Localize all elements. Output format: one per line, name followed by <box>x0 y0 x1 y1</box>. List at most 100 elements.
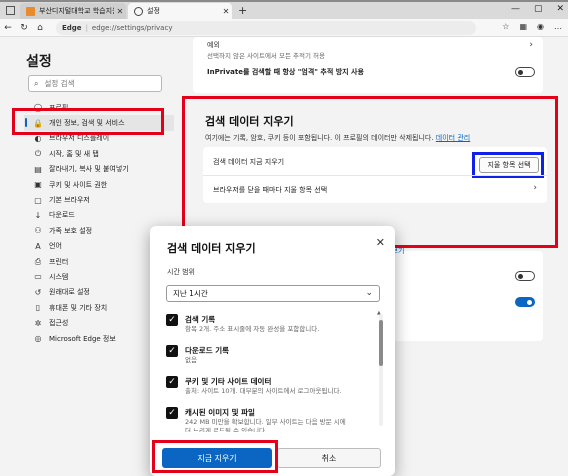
phone-icon: ▯ <box>35 303 41 313</box>
exceptions-label[interactable]: 예외 <box>207 40 220 50</box>
collections-icon[interactable]: ▦ <box>519 22 527 31</box>
family-icon: ⚇ <box>34 226 42 236</box>
tab-title: 부산디지털대학교 학습지원시스 <box>39 7 114 15</box>
back-icon[interactable]: ← <box>0 23 16 33</box>
sidebar-item-label: 언어 <box>49 242 62 251</box>
sidebar-item-label: 휴대폰 및 기타 장치 <box>49 303 108 312</box>
close-window-icon[interactable]: ✕ <box>556 4 564 14</box>
option-title: 캐시된 이미지 및 파일 <box>185 408 255 417</box>
reset-icon: ↺ <box>34 287 42 297</box>
scrollbar-thumb[interactable] <box>379 320 383 366</box>
option-desc: 항목 2개. 주소 표시줄에 자동 완성을 포함합니다. <box>185 325 320 333</box>
option-cookies[interactable]: ✓ 쿠키 및 기타 사이트 데이터 출처: 사이트 10개. 대부분의 사이트에… <box>165 374 375 405</box>
dialog-scrollbar[interactable] <box>379 314 383 426</box>
clipboard-icon: ▤ <box>34 164 42 174</box>
appearance-icon: ◐ <box>34 133 42 143</box>
window-controls: — ▢ ✕ <box>511 4 564 14</box>
close-icon[interactable]: ✕ <box>376 236 385 249</box>
profile-avatar-icon[interactable]: ◉ <box>537 22 544 31</box>
option-title: 검색 기록 <box>185 315 216 324</box>
option-cached-files[interactable]: ✓ 캐시된 이미지 및 파일 242 MB 미만을 확보합니다. 일부 사이트는… <box>165 405 375 432</box>
sidebar-item-label: 쿠키 및 사이트 권한 <box>49 180 108 189</box>
title-bar: 부산디지털대학교 학습지원시스 ✕ 설정 ✕ + — ▢ ✕ <box>0 0 568 19</box>
sidebar-item[interactable]: ▢ 기본 브라우저 <box>24 192 174 207</box>
sidebar-item-label: 원래대로 설정 <box>49 288 90 297</box>
minimize-icon[interactable]: — <box>511 4 520 14</box>
option-download-history[interactable]: ✓ 다운로드 기록 없음 <box>165 343 375 374</box>
url-text: edge://settings/privacy <box>91 24 173 32</box>
search-icon: ⌕ <box>34 78 39 88</box>
sidebar-item-label: 접근성 <box>49 319 69 328</box>
checkbox-checked-icon[interactable]: ✓ <box>166 314 178 326</box>
dialog-title: 검색 데이터 지우기 <box>167 242 256 255</box>
sidebar-item-label: 기본 브라우저 <box>49 196 90 205</box>
sidebar-item-label: 가족 보호 설정 <box>49 226 93 235</box>
tab-actions-icon[interactable] <box>6 6 15 15</box>
time-range-value: 지난 1시간 <box>173 289 208 298</box>
maximize-icon[interactable]: ▢ <box>534 4 543 14</box>
tab-close-icon[interactable]: ✕ <box>220 7 232 16</box>
option-title: 다운로드 기록 <box>185 346 230 355</box>
sidebar-item[interactable]: ⏻ 시작, 홈 및 새 탭 <box>24 146 174 161</box>
home-icon[interactable]: ⌂ <box>32 23 48 33</box>
cookie-icon: ▣ <box>34 180 42 190</box>
browser-icon: ▢ <box>34 195 42 205</box>
search-placeholder: 설정 검색 <box>44 79 75 88</box>
sidebar-item-label: 시스템 <box>49 272 69 281</box>
gear-icon <box>134 6 143 16</box>
checkbox-checked-icon[interactable]: ✓ <box>166 345 178 357</box>
sidebar-item[interactable]: ▣ 쿠키 및 사이트 권한 <box>24 177 174 192</box>
site-favicon-icon <box>26 6 35 16</box>
edge-icon: ◎ <box>34 334 42 344</box>
chevron-down-icon: ⌄ <box>365 288 373 298</box>
time-range-select[interactable]: 지난 1시간 ⌄ <box>166 285 380 302</box>
tracking-card: 예외 선택하지 않은 사이트에서 모든 추적기 허용 › InPrivate를 … <box>193 37 543 93</box>
sidebar-item[interactable]: ▤ 잘라내기, 복사 및 붙여넣기 <box>24 162 174 177</box>
system-icon: ▭ <box>34 272 42 282</box>
accessibility-icon: ✲ <box>34 318 42 328</box>
sidebar-item-label: 잘라내기, 복사 및 붙여넣기 <box>49 165 129 174</box>
tab-settings[interactable]: 설정 ✕ <box>128 3 232 19</box>
sidebar-item-label: Microsoft Edge 정보 <box>49 334 116 343</box>
setting-toggle-off[interactable] <box>515 271 535 281</box>
option-desc: 출처: 사이트 10개. 대부분의 사이트에서 로그아웃됩니다. <box>185 387 342 395</box>
exceptions-desc: 선택하지 않은 사이트에서 모든 추적기 허용 <box>207 52 325 60</box>
chevron-right-icon[interactable]: › <box>529 40 533 50</box>
inprivate-strict-label: InPrivate를 검색할 때 항상 "엄격" 추적 방지 사용 <box>207 68 364 76</box>
favorites-star-icon[interactable]: ☆ <box>502 22 509 31</box>
tab-title: 설정 <box>147 7 160 15</box>
power-icon: ⏻ <box>34 148 42 158</box>
option-title: 쿠키 및 기타 사이트 데이터 <box>185 377 272 386</box>
settings-search-input[interactable]: ⌕ 설정 검색 <box>28 75 162 92</box>
checkbox-checked-icon[interactable]: ✓ <box>166 407 178 419</box>
option-desc: 242 MB 미만을 확보합니다. 일부 사이트는 다음 방문 시에 더 느리게… <box>185 418 346 432</box>
setting-toggle-on[interactable] <box>515 297 535 307</box>
address-bar[interactable]: Edge | edge://settings/privacy <box>56 21 476 35</box>
sidebar-item-label: 시작, 홈 및 새 탭 <box>49 149 99 158</box>
inprivate-strict-toggle[interactable] <box>515 67 535 77</box>
option-desc: 없음 <box>185 356 197 364</box>
tab-university[interactable]: 부산디지털대학교 학습지원시스 ✕ <box>20 3 126 19</box>
cancel-button[interactable]: 취소 <box>277 448 381 468</box>
reload-icon[interactable]: ↻ <box>16 23 32 33</box>
checkbox-checked-icon[interactable]: ✓ <box>166 376 178 388</box>
sidebar-title: 설정 <box>26 54 52 70</box>
new-tab-button[interactable]: + <box>238 4 247 17</box>
more-options-icon[interactable]: … <box>554 22 562 31</box>
toolbar: ← ↻ ⌂ Edge | edge://settings/privacy ☆ ▦… <box>0 19 568 37</box>
highlight-red-box <box>152 440 278 473</box>
toolbar-icons: ☆ ▦ ◉ … <box>502 22 562 31</box>
language-icon: A <box>35 241 41 251</box>
printer-icon: ⎙ <box>34 256 42 266</box>
highlight-red-box <box>12 108 164 135</box>
edge-brand: Edge <box>62 24 82 32</box>
option-browsing-history[interactable]: ✓ 검색 기록 항목 2개. 주소 표시줄에 자동 완성을 포함합니다. <box>165 312 375 343</box>
clear-data-dialog: 검색 데이터 지우기 ✕ 시간 범위 지난 1시간 ⌄ ✓ 검색 기록 항목 2… <box>150 226 395 476</box>
sidebar-item[interactable]: ↓ 다운로드 <box>24 208 174 223</box>
divider: | <box>85 24 88 32</box>
data-type-list: ✓ 검색 기록 항목 2개. 주소 표시줄에 자동 완성을 포함합니다. ✓ 다… <box>165 312 375 432</box>
download-icon: ↓ <box>34 210 42 220</box>
sidebar-item-label: 다운로드 <box>49 211 75 220</box>
tab-close-icon[interactable]: ✕ <box>114 7 126 16</box>
time-range-label: 시간 범위 <box>167 268 195 276</box>
